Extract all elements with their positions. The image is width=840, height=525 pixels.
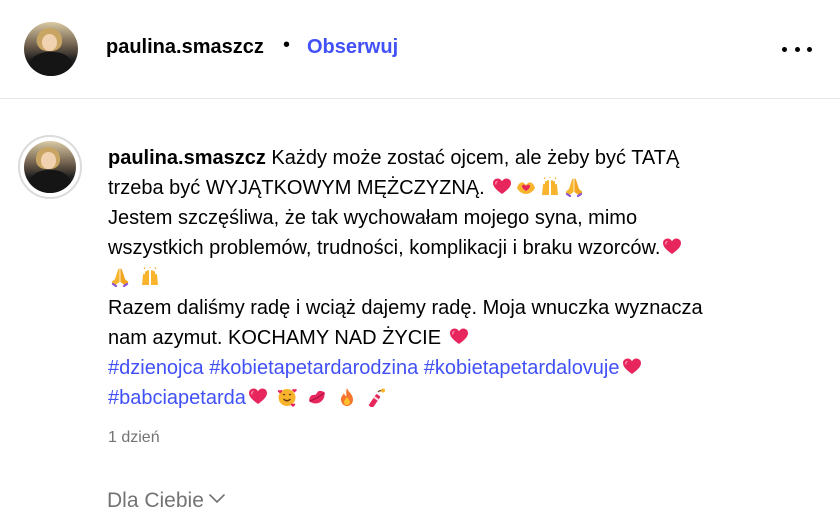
- folded-hands-icon: [110, 267, 130, 287]
- hashtag-line: #dzienojca #kobietapetardarodzina #kobie…: [108, 353, 818, 383]
- post-timestamp[interactable]: 1 dzień: [108, 429, 160, 447]
- hashtag-link[interactable]: #babciapetarda: [108, 387, 246, 409]
- post-header: paulina.smaszcz • Obserwuj: [0, 0, 840, 99]
- caption-text: nam azymut. KOCHAMY NAD ŻYCIE: [108, 327, 442, 349]
- raising-hands-icon: [540, 177, 560, 197]
- avatar-body: [29, 52, 73, 76]
- chevron-down-icon: [208, 493, 226, 505]
- caption-text: Każdy może zostać ojcem, ale żeby być TA…: [271, 147, 680, 169]
- caption-text: Jestem szczęśliwa, że tak wychowałam moj…: [108, 207, 638, 229]
- hashtag-link[interactable]: #kobietapetardalovuje: [424, 357, 620, 379]
- hashtag-link[interactable]: #kobietapetardarodzina: [209, 357, 418, 379]
- avatar-face: [41, 33, 57, 52]
- caption-line: nam azymut. KOCHAMY NAD ŻYCIE: [108, 323, 818, 353]
- caption-line: wszystkich problemów, trudności, komplik…: [108, 233, 818, 263]
- separator-dot: •: [283, 34, 291, 56]
- hashtag-line: #babciapetarda: [108, 383, 818, 413]
- for-you-label: Dla Ciebie: [107, 489, 204, 512]
- more-dot-icon: [807, 46, 812, 52]
- caption-line: paulina.smaszcz Każdy może zostać ojcem,…: [108, 143, 818, 173]
- author-avatar[interactable]: [24, 22, 78, 76]
- kiss-lips-icon: [307, 387, 327, 407]
- instagram-post-view: paulina.smaszcz • Obserwuj paulina.smasz…: [0, 0, 840, 525]
- post-caption: paulina.smaszcz Każdy może zostać ojcem,…: [108, 143, 818, 413]
- red-heart-icon: [449, 327, 469, 347]
- caption-line: trzeba być WYJĄTKOWYM MĘŻCZYZNĄ.: [108, 173, 818, 203]
- folded-hands-icon: [564, 177, 584, 197]
- smiling-face-with-hearts-icon: [277, 387, 297, 407]
- caption-line: Jestem szczęśliwa, że tak wychowałam moj…: [108, 203, 818, 233]
- author-username-link[interactable]: paulina.smaszcz: [106, 36, 264, 59]
- avatar-body: [29, 170, 71, 193]
- caption-text: Razem daliśmy radę i wciąż dajemy radę. …: [108, 297, 703, 319]
- heart-hands-icon: [516, 177, 536, 197]
- caption-line: Razem daliśmy radę i wciąż dajemy radę. …: [108, 293, 818, 323]
- avatar-face: [41, 152, 56, 170]
- caption-username-link[interactable]: paulina.smaszcz: [108, 147, 266, 169]
- firecracker-icon: [366, 387, 386, 407]
- caption-text: trzeba być WYJĄTKOWYM MĘŻCZYZNĄ.: [108, 177, 485, 199]
- more-options-button[interactable]: [782, 44, 812, 54]
- more-dot-icon: [794, 46, 800, 52]
- raising-hands-icon: [140, 267, 160, 287]
- follow-button[interactable]: Obserwuj: [307, 36, 398, 59]
- red-heart-icon: [622, 357, 642, 377]
- red-heart-icon: [662, 237, 682, 257]
- for-you-dropdown[interactable]: Dla Ciebie: [107, 489, 226, 513]
- fire-icon: [337, 387, 357, 407]
- red-heart-icon: [492, 177, 512, 197]
- caption-line: [108, 263, 818, 293]
- caption-author-avatar[interactable]: [24, 141, 76, 193]
- hashtag-link[interactable]: #dzienojca: [108, 357, 204, 379]
- red-heart-icon: [248, 387, 268, 407]
- caption-text: wszystkich problemów, trudności, komplik…: [108, 237, 661, 259]
- more-dot-icon: [782, 46, 787, 52]
